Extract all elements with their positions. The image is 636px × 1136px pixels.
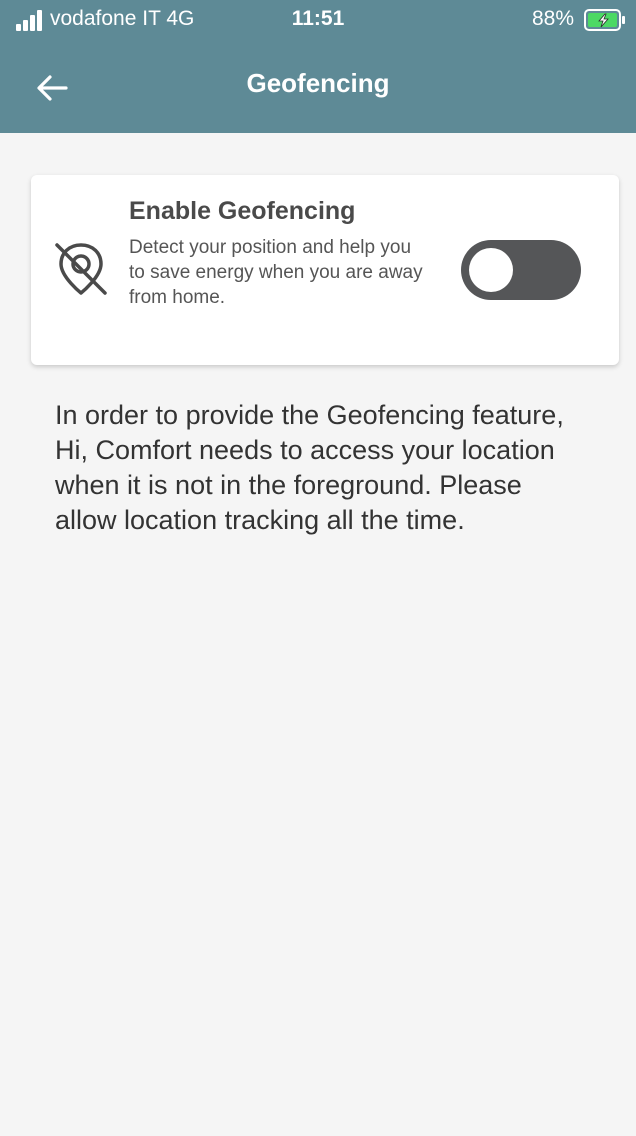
app-header: vodafone IT 4G 11:51 88% Geofencing: [0, 0, 636, 133]
geofencing-toggle[interactable]: [461, 240, 581, 300]
card-title: Enable Geofencing: [129, 197, 356, 225]
location-off-icon: [55, 243, 107, 295]
page-title: Geofencing: [246, 68, 390, 98]
location-permission-info: In order to provide the Geofencing featu…: [55, 400, 564, 535]
card-description: Detect your position and help you to sav…: [129, 237, 423, 308]
toggle-knob: [469, 248, 513, 292]
battery-percentage: 88%: [531, 7, 574, 30]
battery-charging-icon: [584, 9, 625, 31]
status-bar: vodafone IT 4G 11:51 88%: [0, 0, 636, 40]
geofencing-card: Enable Geofencing Detect your position a…: [31, 175, 619, 365]
